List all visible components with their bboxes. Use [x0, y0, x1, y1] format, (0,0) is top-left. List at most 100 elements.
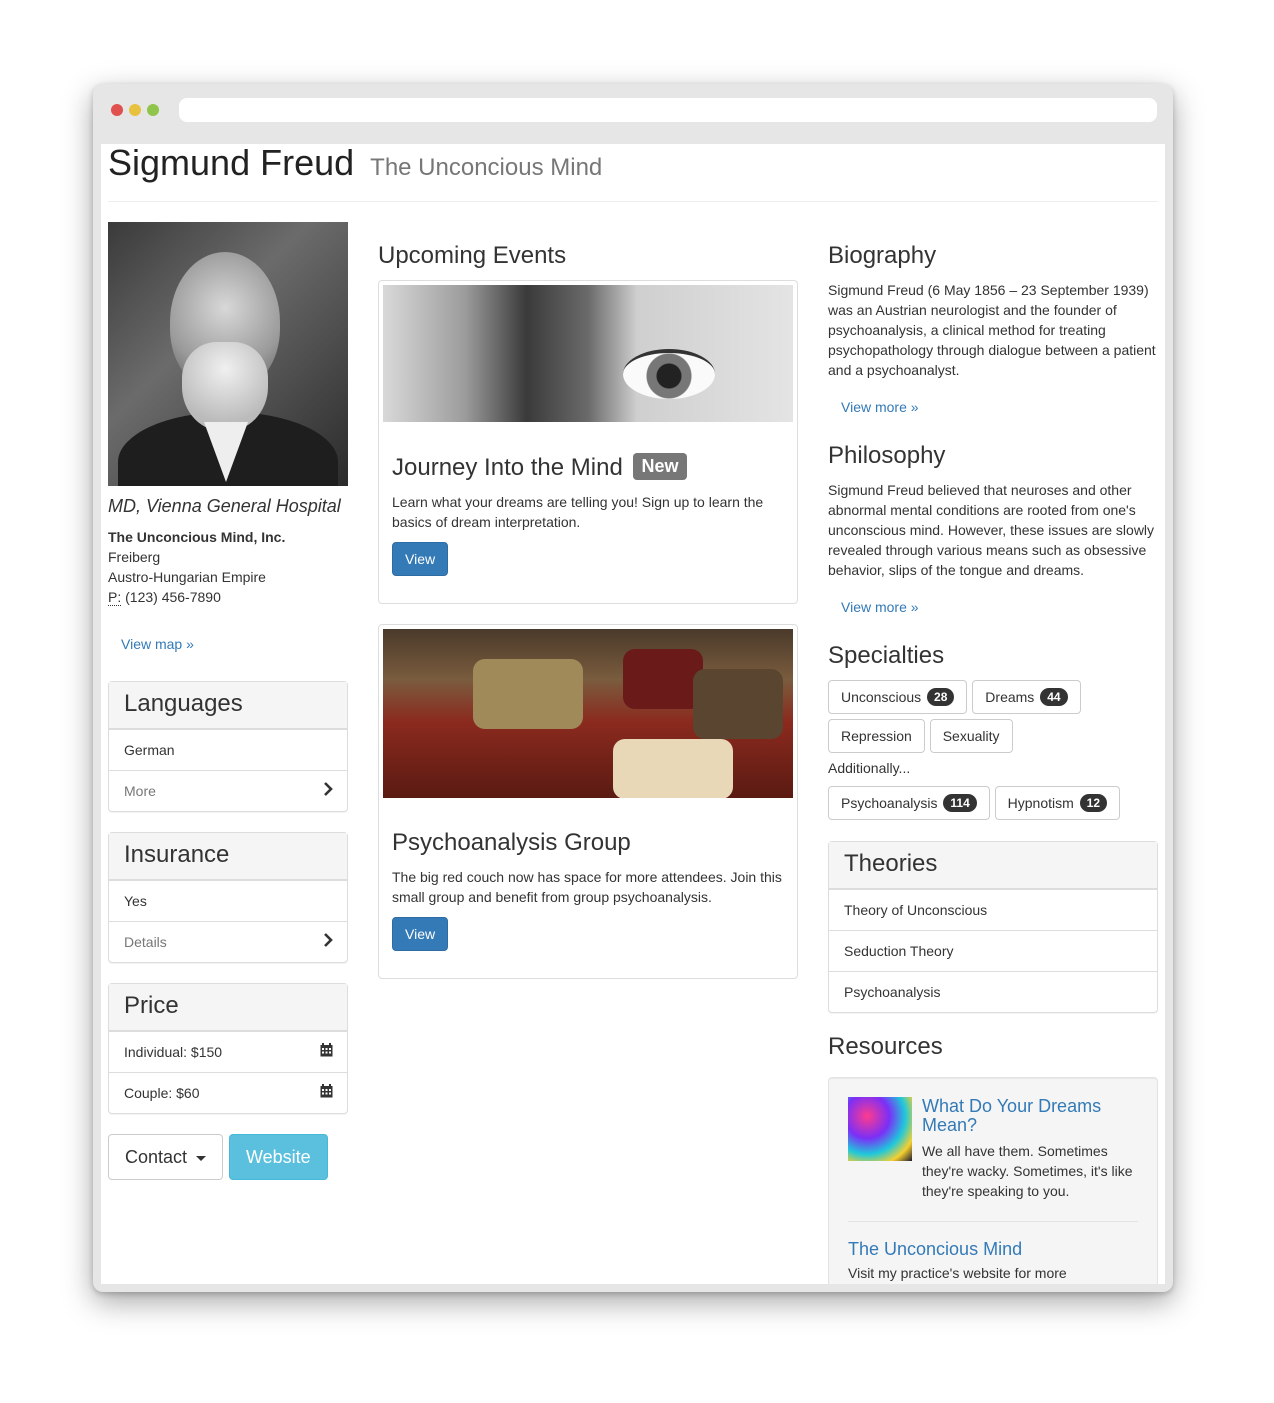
list-item-insurance-yes: Yes — [109, 880, 347, 921]
resource-title-link[interactable]: The Unconcious Mind — [848, 1240, 1138, 1259]
list-item-german: German — [109, 729, 347, 770]
theory-item[interactable]: Theory of Unconscious — [829, 889, 1157, 930]
view-event-button[interactable]: View — [392, 917, 449, 951]
chip-label: Hypnotism — [1007, 795, 1074, 811]
close-window-dot[interactable] — [111, 104, 123, 116]
maximize-window-dot[interactable] — [147, 104, 159, 116]
insurance-panel: Insurance Yes Details — [108, 832, 348, 963]
address-bar[interactable] — [179, 98, 1157, 122]
event-image-couch — [383, 629, 793, 798]
profile-role: MD, Vienna General Hospital — [108, 496, 341, 516]
profile-portrait — [108, 222, 348, 486]
events-heading: Upcoming Events — [378, 242, 567, 269]
event-title: Journey Into the Mind New — [392, 453, 784, 482]
browser-window: Sigmund Freud The Unconcious Mind MD, Vi… — [93, 84, 1173, 1292]
website-button[interactable]: Website — [228, 1134, 328, 1180]
minimize-window-dot[interactable] — [129, 104, 141, 116]
resource-divider — [848, 1221, 1138, 1222]
specialty-dreams[interactable]: Dreams 44 — [972, 680, 1081, 714]
biography-view-more-link[interactable]: View more » — [828, 392, 932, 422]
resource-description: We all have them. Sometimes they're wack… — [922, 1143, 1133, 1199]
details-label: Details — [124, 934, 167, 950]
event-description: Learn what your dreams are telling you! … — [392, 494, 764, 530]
event-card: Journey Into the Mind New Learn what you… — [378, 280, 798, 604]
insurance-details-item[interactable]: Details — [109, 921, 347, 962]
specialty-unconscious[interactable]: Unconscious 28 — [828, 680, 968, 714]
chip-label: Psychoanalysis — [841, 795, 938, 811]
page-subtitle: The Unconcious Mind — [370, 154, 603, 181]
philosophy-heading: Philosophy — [828, 442, 946, 469]
chevron-right-icon — [323, 922, 333, 962]
count-badge: 12 — [1079, 794, 1108, 812]
chip-label: Dreams — [985, 689, 1035, 705]
languages-panel: Languages German More — [108, 681, 348, 812]
caret-down-icon — [196, 1155, 207, 1161]
chevron-right-icon — [323, 771, 333, 811]
specialty-sexuality[interactable]: Sexuality — [929, 719, 1013, 753]
philosophy-view-more-link[interactable]: View more » — [828, 592, 932, 622]
address-city: Freiberg — [108, 549, 161, 565]
additional-specialties: Psychoanalysis 114 Hypnotism 12 — [828, 786, 1158, 825]
theory-item[interactable]: Psychoanalysis — [829, 971, 1157, 1012]
specialty-repression[interactable]: Repression — [828, 719, 925, 753]
page-header: Sigmund Freud The Unconcious Mind — [108, 144, 1158, 202]
specialty-psychoanalysis[interactable]: Psychoanalysis 114 — [828, 786, 990, 820]
page-title: Sigmund Freud The Unconcious Mind — [108, 144, 1158, 187]
view-map-link[interactable]: View map » — [108, 629, 207, 659]
count-badge: 114 — [943, 794, 977, 812]
profile-address: The Unconcious Mind, Inc. Freiberg Austr… — [108, 527, 348, 607]
insurance-heading: Insurance — [109, 833, 347, 880]
additionally-label: Additionally... — [828, 760, 911, 776]
price-panel: Price Individual: $150 Couple: $60 — [108, 983, 348, 1114]
event-description: The big red couch now has space for more… — [392, 869, 782, 905]
price-label: Individual: $150 — [124, 1044, 223, 1060]
new-badge: New — [633, 453, 687, 480]
biography-text: Sigmund Freud (6 May 1856 – 23 September… — [828, 282, 1156, 378]
count-badge: 28 — [927, 688, 955, 706]
insurance-value: Yes — [124, 893, 147, 909]
org-name: The Unconcious Mind, Inc. — [108, 529, 286, 545]
view-event-button[interactable]: View — [392, 542, 449, 576]
price-heading: Price — [109, 984, 347, 1031]
price-item-individual[interactable]: Individual: $150 — [109, 1031, 347, 1072]
specialties-list: Unconscious 28 Dreams 44 Repression Sexu… — [828, 680, 1158, 758]
languages-more-item[interactable]: More — [109, 770, 347, 811]
contact-label: Contact — [125, 1147, 188, 1167]
specialties-heading: Specialties — [828, 642, 945, 669]
resource-item: What Do Your Dreams Mean? We all have th… — [848, 1097, 1138, 1201]
page-viewport: Sigmund Freud The Unconcious Mind MD, Vi… — [101, 144, 1165, 1284]
event-card: Psychoanalysis Group The big red couch n… — [378, 624, 798, 979]
resource-thumbnail[interactable] — [848, 1097, 912, 1161]
event-image-eye — [383, 285, 793, 422]
resource-title-link[interactable]: What Do Your Dreams Mean? — [922, 1097, 1138, 1135]
resources-well: What Do Your Dreams Mean? We all have th… — [828, 1077, 1158, 1284]
theories-heading: Theories — [829, 842, 1157, 889]
calendar-icon — [320, 1032, 333, 1072]
middle-column: Upcoming Events Journey Into the Mind Ne… — [378, 222, 798, 979]
title-text: Sigmund Freud — [108, 144, 355, 183]
theory-item[interactable]: Seduction Theory — [829, 930, 1157, 971]
event-title-text: Journey Into the Mind — [392, 454, 623, 481]
count-badge: 44 — [1040, 688, 1068, 706]
price-item-couple[interactable]: Couple: $60 — [109, 1072, 347, 1113]
chip-label: Unconscious — [841, 689, 922, 705]
philosophy-text: Sigmund Freud believed that neuroses and… — [828, 482, 1155, 578]
resources-heading: Resources — [828, 1033, 943, 1060]
price-label: Couple: $60 — [124, 1085, 200, 1101]
biography-heading: Biography — [828, 242, 937, 269]
left-column: MD, Vienna General Hospital The Unconcio… — [108, 222, 348, 1180]
resource-description: Visit my practice's website for more — [848, 1265, 1067, 1281]
language-label: German — [124, 742, 175, 758]
calendar-icon — [320, 1073, 333, 1113]
more-label: More — [124, 783, 156, 799]
resource-item: The Unconcious Mind Visit my practice's … — [848, 1240, 1138, 1282]
event-title: Psychoanalysis Group — [392, 829, 631, 856]
specialty-hypnotism[interactable]: Hypnotism 12 — [994, 786, 1121, 820]
action-buttons: Contact Website — [108, 1134, 348, 1180]
right-column: Biography Sigmund Freud (6 May 1856 – 23… — [828, 222, 1158, 1284]
theories-panel: Theories Theory of Unconscious Seduction… — [828, 841, 1158, 1013]
address-country: Austro-Hungarian Empire — [108, 569, 266, 585]
languages-heading: Languages — [109, 682, 347, 729]
phone-number: (123) 456-7890 — [125, 589, 221, 605]
contact-dropdown-button[interactable]: Contact — [108, 1134, 224, 1180]
